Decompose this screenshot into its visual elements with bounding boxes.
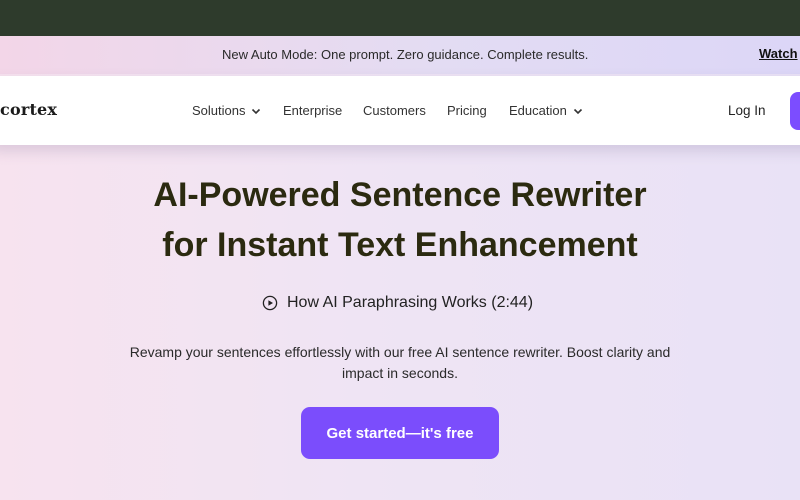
nav-item-label: Enterprise bbox=[283, 103, 343, 118]
hero-description: Revamp your sentences effortlessly with … bbox=[100, 342, 700, 384]
nav-item-label: Education bbox=[509, 103, 567, 118]
chevron-down-icon bbox=[252, 108, 261, 114]
hero-description-line1: Revamp your sentences effortlessly with … bbox=[129, 344, 671, 360]
hero-title-line2: for Instant Text Enhancement bbox=[162, 226, 638, 264]
login-link[interactable]: Log In bbox=[728, 103, 766, 118]
chevron-down-icon bbox=[573, 108, 582, 114]
nav-item-label: Solutions bbox=[192, 103, 246, 118]
announcement-bar: New Auto Mode: One prompt. Zero guidance… bbox=[0, 36, 800, 74]
hero-title: AI-Powered Sentence Rewriter for Instant… bbox=[0, 170, 800, 270]
announcement-message: New Auto Mode: One prompt. Zero guidance… bbox=[222, 47, 589, 62]
hero-title-line1: AI-Powered Sentence Rewriter bbox=[153, 176, 647, 214]
signup-button-edge[interactable] bbox=[790, 92, 800, 130]
announcement-watch-link[interactable]: Watch bbox=[759, 46, 798, 61]
hero-description-line2: impact in seconds. bbox=[342, 365, 458, 381]
nav-item-education[interactable]: Education bbox=[509, 103, 583, 118]
video-link-label: How AI Paraphrasing Works (2:44) bbox=[287, 294, 534, 311]
nav-item-customers[interactable]: Customers bbox=[363, 103, 426, 118]
video-link[interactable]: How AI Paraphrasing Works (2:44) bbox=[262, 294, 533, 312]
nav-item-label: Pricing bbox=[447, 103, 487, 118]
nav-item-label: Customers bbox=[363, 103, 426, 118]
nav-item-pricing[interactable]: Pricing bbox=[447, 103, 487, 118]
browser-top-strip bbox=[0, 0, 800, 36]
nav-item-solutions[interactable]: Solutions bbox=[192, 103, 261, 118]
get-started-button[interactable]: Get started—it's free bbox=[301, 407, 499, 459]
logo[interactable]: cortex bbox=[0, 100, 57, 119]
main-navbar: cortex Solutions Enterprise Customers Pr… bbox=[0, 76, 800, 145]
nav-item-enterprise[interactable]: Enterprise bbox=[283, 103, 342, 118]
play-circle-icon bbox=[262, 295, 278, 311]
